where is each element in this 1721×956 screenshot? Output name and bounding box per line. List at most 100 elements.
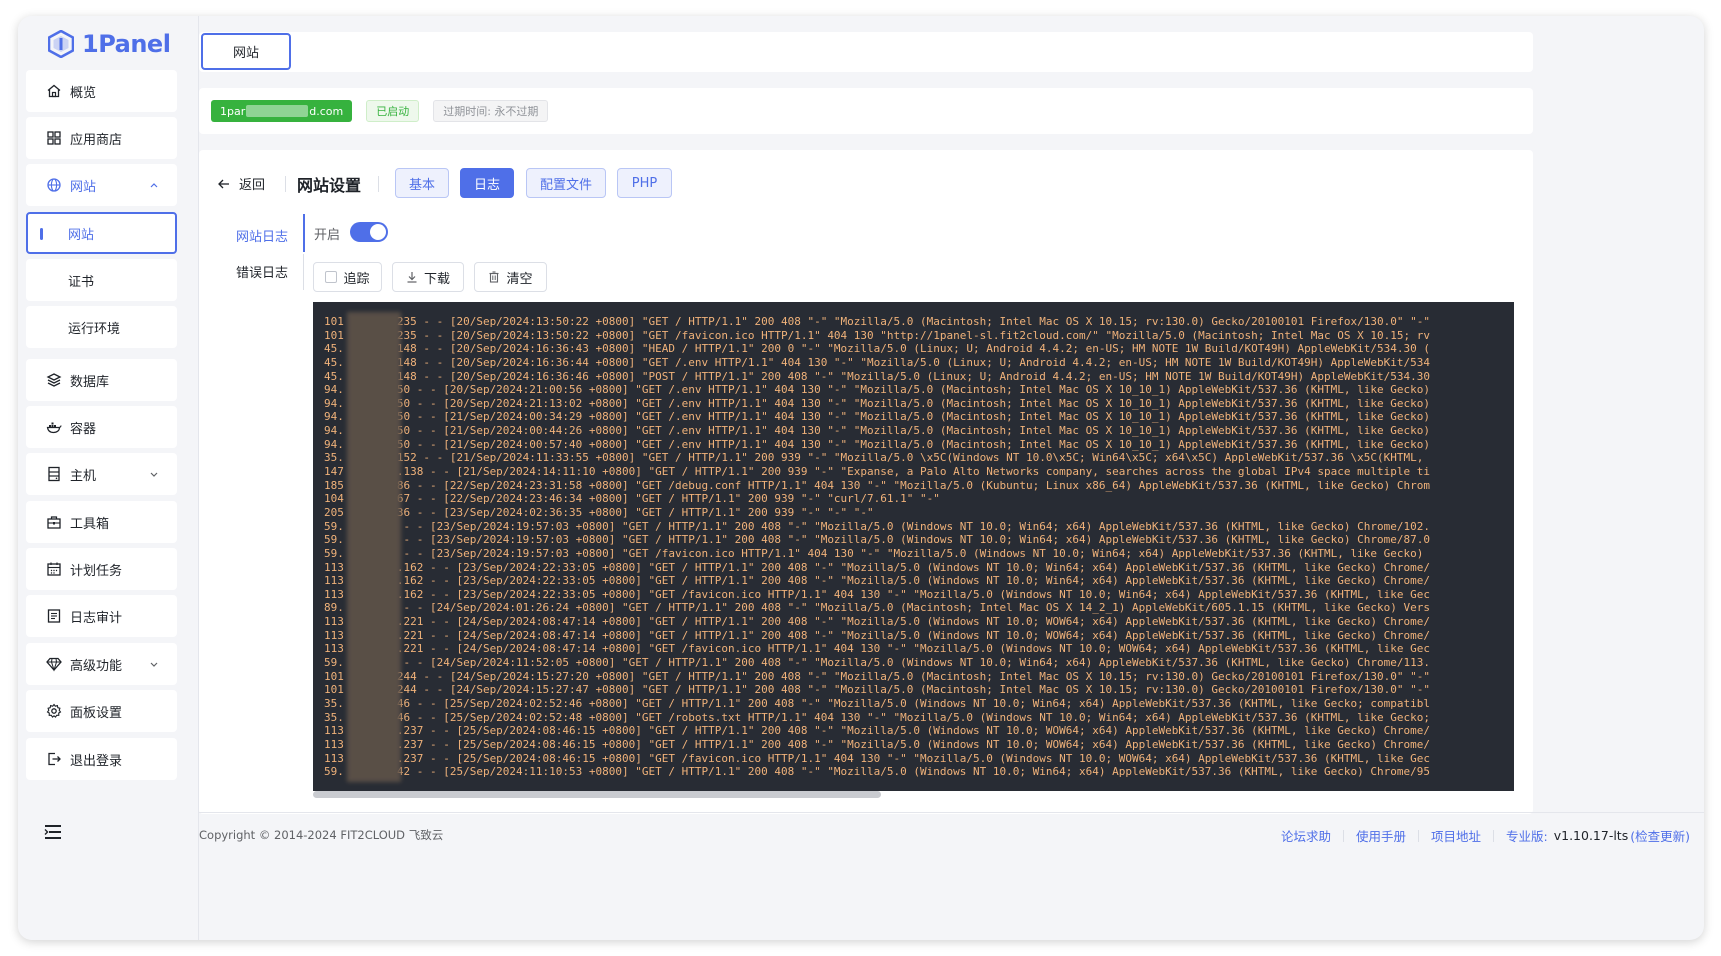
log-horizontal-scrollbar[interactable] (313, 791, 881, 798)
sidebar-item-label: 概览 (70, 85, 97, 101)
sidebar-item-label: 日志审计 (70, 610, 123, 626)
sidebar-item-label: 退出登录 (70, 753, 123, 769)
sidebar-item-database[interactable]: 数据库 (26, 359, 177, 401)
follow-label: 追踪 (343, 271, 370, 287)
clear-button[interactable]: 清空 (474, 262, 547, 292)
log-line: 101 235 - - [20/Sep/2024:13:50:22 +0800]… (324, 328, 1430, 342)
sidebar-item-website[interactable]: 网站 (26, 164, 177, 206)
log-icon (47, 609, 61, 623)
sidebar-item-toolbox[interactable]: 工具箱 (26, 501, 177, 543)
sidebar-item-cron[interactable]: 计划任务 (26, 548, 177, 590)
sidebar-item-container[interactable]: 容器 (26, 406, 177, 448)
check-update-link[interactable]: (检查更新) (1630, 826, 1690, 845)
sidebar-item-panel-settings[interactable]: 面板设置 (26, 690, 177, 732)
sidebar-item-overview[interactable]: 概览 (26, 70, 177, 112)
log-line: 59. - - [23/Sep/2024:19:57:03 +0800] "GE… (324, 519, 1430, 533)
globe-icon (47, 178, 61, 192)
edition-label: 专业版: (1506, 829, 1548, 844)
log-line: 35. 152 - - [21/Sep/2024:11:33:55 +0800]… (324, 451, 1424, 465)
log-line: 89. - - [24/Sep/2024:01:26:24 +0800] "GE… (324, 601, 1430, 615)
download-label: 下载 (423, 271, 450, 287)
tab-website[interactable]: 网站 (201, 33, 291, 70)
logo[interactable]: 1Panel (48, 26, 171, 62)
tab-php[interactable]: PHP (617, 168, 672, 198)
chevron-down-icon (150, 472, 158, 477)
sidebar-item-label: 网站 (70, 179, 97, 195)
domain-suffix: d.com (309, 104, 344, 118)
sidebar-item-label: 计划任务 (70, 563, 123, 579)
divider (1493, 829, 1494, 842)
sidebar-item-label: 容器 (70, 421, 97, 437)
tab-basic[interactable]: 基本 (395, 168, 449, 198)
log-line: 59. - - [23/Sep/2024:19:57:03 +0800] "GE… (324, 533, 1430, 547)
ip-redaction-mask (347, 312, 401, 782)
sidebar: 1Panel 概览 应用商店 网站 网站 证书 运行环境 数据库 容器 主机 工… (18, 16, 199, 940)
tab-bar: 网站 (199, 32, 1533, 72)
sidebar-subitem-certificate[interactable]: 证书 (26, 259, 177, 301)
back-button[interactable]: 返回 (217, 174, 265, 193)
divider (378, 176, 379, 192)
logout-icon (48, 752, 61, 766)
website-info-bar: 1par d.com 已启动 过期时间: 永不过期 (199, 88, 1533, 134)
home-icon (47, 84, 61, 98)
server-icon (48, 466, 60, 482)
docker-icon (46, 422, 62, 434)
toolbox-icon (47, 516, 61, 529)
layers-icon (46, 373, 62, 387)
menu-collapse-icon[interactable] (44, 824, 62, 840)
sidebar-subitem-runtime[interactable]: 运行环境 (26, 306, 177, 348)
trash-icon (489, 271, 499, 283)
sidebar-item-logout[interactable]: 退出登录 (26, 738, 177, 780)
download-button[interactable]: 下载 (392, 262, 464, 292)
sidebar-item-appstore[interactable]: 应用商店 (26, 117, 177, 159)
gear-icon (46, 703, 62, 718)
log-line: 104 67 - - [22/Sep/2024:23:46:34 +0800] … (324, 492, 940, 506)
tab-config-file[interactable]: 配置文件 (526, 168, 606, 198)
sidebar-item-advanced[interactable]: 高级功能 (26, 643, 177, 685)
footer-links: 论坛求助 使用手册 项目地址 专业版: v1.10.17-lts (检查更新) (1281, 826, 1690, 845)
log-line: 35. 46 - - [25/Sep/2024:02:52:46 +0800] … (324, 696, 1430, 710)
divider (1417, 829, 1419, 842)
log-line: 101 244 - - [24/Sep/2024:15:27:47 +0800]… (324, 683, 1430, 697)
back-label: 返回 (239, 178, 266, 193)
sidebar-subitem-website[interactable]: 网站 (26, 212, 177, 254)
footer-link-project[interactable]: 项目地址 (1431, 826, 1481, 845)
log-viewer[interactable]: 101 235 - - [20/Sep/2024:13:50:22 +0800]… (313, 302, 1514, 791)
sidebar-item-host[interactable]: 主机 (26, 453, 177, 495)
log-line: 185 86 - - [22/Sep/2024:23:31:58 +0800] … (324, 478, 1430, 492)
chevron-up-icon (150, 183, 158, 188)
log-line: 94. 50 - - [20/Sep/2024:21:13:02 +0800] … (324, 396, 1430, 410)
log-line: 94. 50 - - [21/Sep/2024:00:57:40 +0800] … (324, 437, 1430, 451)
footer-link-forum[interactable]: 论坛求助 (1281, 826, 1331, 845)
log-line: 59. 42 - - [25/Sep/2024:11:10:53 +0800] … (324, 765, 1430, 779)
sidebar-item-log-audit[interactable]: 日志审计 (26, 595, 177, 637)
main-content: 网站 1par d.com 已启动 过期时间: 永不过期 返回 网站设置 基本 … (199, 16, 1704, 940)
logo-text: 1Panel (82, 30, 171, 58)
sidebar-subitem-label: 运行环境 (68, 321, 121, 337)
tab-log[interactable]: 日志 (460, 168, 514, 198)
log-enable-switch[interactable] (350, 222, 388, 242)
sidebar-item-label: 工具箱 (70, 516, 110, 532)
log-line: 147 .138 - - [21/Sep/2024:14:11:10 +0800… (324, 465, 1430, 479)
log-line: 45. 148 - - [20/Sep/2024:16:36:44 +0800]… (324, 355, 1430, 369)
tab-error-log[interactable]: 错误日志 (236, 262, 288, 281)
sidebar-item-label: 高级功能 (70, 658, 123, 674)
sidebar-item-label: 主机 (70, 468, 97, 484)
follow-checkbox[interactable]: 追踪 (313, 262, 382, 292)
log-line: 113 .162 - - [23/Sep/2024:22:33:05 +0800… (324, 560, 1430, 574)
log-line: 113 .221 - - [24/Sep/2024:08:47:14 +0800… (324, 615, 1430, 629)
arrow-left-icon (218, 179, 229, 188)
log-line: 113 .221 - - [24/Sep/2024:08:47:14 +0800… (324, 642, 1430, 656)
sidebar-subitem-label: 网站 (68, 227, 95, 243)
footer-link-docs[interactable]: 使用手册 (1356, 826, 1406, 845)
footer-divider (199, 812, 1704, 813)
log-line: 35. 46 - - [25/Sep/2024:02:52:48 +0800] … (324, 710, 1430, 724)
domain-tag[interactable]: 1par d.com (211, 100, 353, 122)
logo-hexagon-icon (48, 30, 74, 58)
checkbox-box (325, 271, 338, 283)
log-line: 113 .162 - - [23/Sep/2024:22:33:05 +0800… (324, 587, 1430, 601)
tab-site-log[interactable]: 网站日志 (236, 226, 288, 245)
log-line: 101 244 - - [24/Sep/2024:15:27:20 +0800]… (324, 669, 1430, 683)
status-badge: 已启动 (366, 100, 420, 122)
version-text: v1.10.17-lts (1553, 828, 1629, 843)
